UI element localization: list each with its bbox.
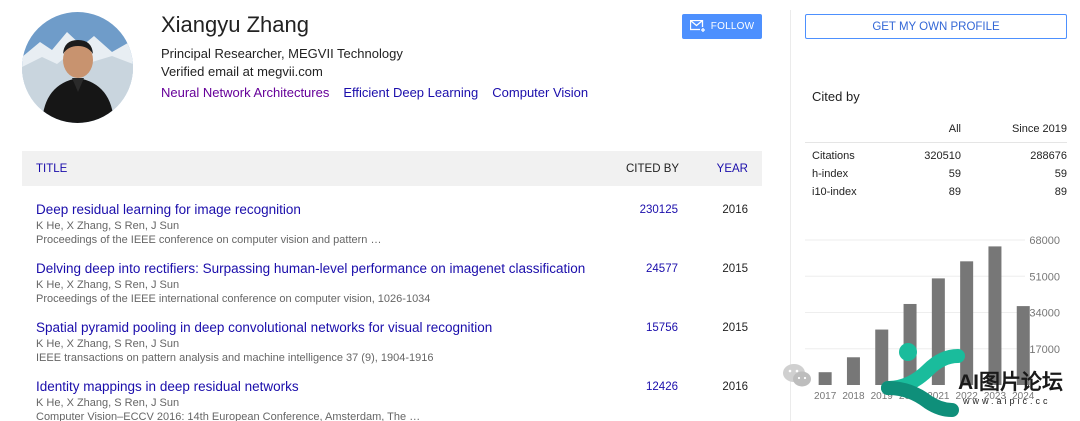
publication-authors: K He, X Zhang, S Ren, J Sun <box>36 220 180 232</box>
publication-row: Spatial pyramid pooling in deep convolut… <box>22 320 762 380</box>
publication-row: Deep residual learning for image recogni… <box>22 202 762 262</box>
follow-label: FOLLOW <box>710 21 755 32</box>
profile-avatar <box>22 12 133 123</box>
research-interests: Neural Network Architectures Efficient D… <box>161 85 588 100</box>
publication-venue: Proceedings of the IEEE international co… <box>36 293 431 305</box>
publication-title[interactable]: Spatial pyramid pooling in deep convolut… <box>36 320 492 335</box>
interest-link[interactable]: Computer Vision <box>492 85 588 100</box>
metrics-row: h-index 59 59 <box>805 165 1067 183</box>
metrics-row: i10-index 89 89 <box>805 183 1067 201</box>
metric-all: 89 <box>948 186 961 198</box>
chart-ytick-label: 51000 <box>1029 271 1060 283</box>
publication-venue: Computer Vision–ECCV 2016: 14th European… <box>36 411 421 421</box>
publication-cited-by[interactable]: 15756 <box>646 322 678 334</box>
wechat-icon <box>783 364 811 387</box>
watermark-url: www.aipic.cc <box>963 396 1051 406</box>
metric-since: 89 <box>1054 186 1067 198</box>
publication-year: 2015 <box>722 263 748 275</box>
profile-name: Xiangyu Zhang <box>161 12 309 37</box>
metric-label[interactable]: Citations <box>812 150 855 162</box>
chart-bar[interactable] <box>818 372 832 385</box>
sort-by-cited[interactable]: CITED BY <box>626 163 679 175</box>
follow-button[interactable]: FOLLOW <box>682 14 762 39</box>
sort-by-title[interactable]: TITLE <box>36 163 67 175</box>
publication-authors: K He, X Zhang, S Ren, J Sun <box>36 397 180 409</box>
publication-row: Delving deep into rectifiers: Surpassing… <box>22 261 762 321</box>
watermark-text: AI图片论坛 <box>958 371 1063 394</box>
chart-bar[interactable] <box>846 357 860 385</box>
publication-year: 2016 <box>722 204 748 216</box>
follow-envelope-icon <box>689 20 706 33</box>
chart-ytick-label: 68000 <box>1029 235 1060 247</box>
interest-link[interactable]: Efficient Deep Learning <box>343 85 478 100</box>
publication-row: Identity mappings in deep residual netwo… <box>22 379 762 421</box>
chart-ytick-label: 34000 <box>1029 308 1060 320</box>
metric-since: 288676 <box>1030 150 1067 162</box>
publication-cited-by[interactable]: 230125 <box>640 204 678 216</box>
metrics-header: All Since 2019 <box>805 115 1067 143</box>
metrics-col-since: Since 2019 <box>1011 123 1067 135</box>
sort-by-year[interactable]: YEAR <box>717 163 748 175</box>
metric-label[interactable]: h-index <box>812 168 848 180</box>
metric-all: 59 <box>948 168 961 180</box>
citation-metrics-table: All Since 2019 Citations 320510 288676 h… <box>805 115 1067 201</box>
metrics-col-all: All <box>948 123 961 135</box>
chart-xtick-label: 2018 <box>842 391 865 402</box>
metric-all: 320510 <box>924 150 961 162</box>
publication-authors: K He, X Zhang, S Ren, J Sun <box>36 279 180 291</box>
cited-by-title: Cited by <box>812 89 860 104</box>
publication-venue: IEEE transactions on pattern analysis an… <box>36 352 434 364</box>
publication-authors: K He, X Zhang, S Ren, J Sun <box>36 338 180 350</box>
chart-xtick-label: 2017 <box>814 391 837 402</box>
metric-label[interactable]: i10-index <box>812 186 857 198</box>
publication-title[interactable]: Identity mappings in deep residual netwo… <box>36 379 299 394</box>
publication-title[interactable]: Deep residual learning for image recogni… <box>36 202 301 217</box>
publication-venue: Proceedings of the IEEE conference on co… <box>36 234 382 246</box>
publications-header: TITLE CITED BY YEAR <box>22 151 762 186</box>
publication-cited-by[interactable]: 12426 <box>646 381 678 393</box>
metric-since: 59 <box>1054 168 1067 180</box>
get-profile-button[interactable]: GET MY OWN PROFILE <box>805 14 1067 39</box>
profile-affiliation: Principal Researcher, MEGVII Technology <box>161 46 403 61</box>
publication-year: 2015 <box>722 322 748 334</box>
metrics-row: Citations 320510 288676 <box>805 147 1067 165</box>
profile-email: Verified email at megvii.com <box>161 64 323 79</box>
publication-year: 2016 <box>722 381 748 393</box>
interest-link[interactable]: Neural Network Architectures <box>161 85 329 100</box>
publication-title[interactable]: Delving deep into rectifiers: Surpassing… <box>36 261 585 276</box>
publication-cited-by[interactable]: 24577 <box>646 263 678 275</box>
